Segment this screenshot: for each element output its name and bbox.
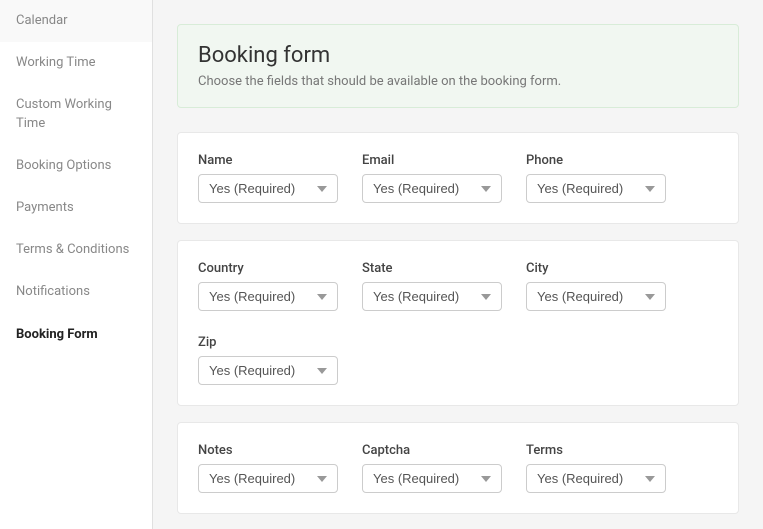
page-subtitle: Choose the fields that should be availab… — [198, 74, 718, 89]
field-select-state[interactable]: Yes (Required)Yes (Optional)No — [362, 282, 502, 311]
field-select-notes[interactable]: Yes (Required)Yes (Optional)No — [198, 464, 338, 493]
sidebar: CalendarWorking TimeCustom Working TimeB… — [0, 0, 153, 529]
sidebar-item-notifications[interactable]: Notifications — [0, 271, 152, 313]
field-select-phone[interactable]: Yes (Required)Yes (Optional)No — [526, 174, 666, 203]
sidebar-item-calendar[interactable]: Calendar — [0, 0, 152, 42]
sidebar-item-booking-options[interactable]: Booking Options — [0, 145, 152, 187]
field-select-email[interactable]: Yes (Required)Yes (Optional)No — [362, 174, 502, 203]
field-group-notes: Notes Yes (Required)Yes (Optional)No — [198, 443, 338, 493]
field-group-zip: Zip Yes (Required)Yes (Optional)No — [198, 335, 338, 385]
field-label-state: State — [362, 261, 502, 276]
sidebar-item-terms-conditions[interactable]: Terms & Conditions — [0, 229, 152, 271]
field-select-terms[interactable]: Yes (Required)Yes (Optional)No — [526, 464, 666, 493]
field-select-captcha[interactable]: Yes (Required)Yes (Optional)No — [362, 464, 502, 493]
field-label-name: Name — [198, 153, 338, 168]
field-group-state: State Yes (Required)Yes (Optional)No — [362, 261, 502, 311]
fields-row: Name Yes (Required)Yes (Optional)No Email Y… — [198, 153, 718, 203]
field-select-name[interactable]: Yes (Required)Yes (Optional)No — [198, 174, 338, 203]
main-content: Booking form Choose the fields that shou… — [153, 0, 763, 529]
field-group-captcha: Captcha Yes (Required)Yes (Optional)No — [362, 443, 502, 493]
field-select-country[interactable]: Yes (Required)Yes (Optional)No — [198, 282, 338, 311]
sidebar-item-booking-form[interactable]: Booking Form — [0, 314, 152, 356]
field-select-city[interactable]: Yes (Required)Yes (Optional)No — [526, 282, 666, 311]
section-section3: NotesYes (Required)Yes (Optional)NoCaptc… — [177, 422, 739, 514]
field-group-country: Country Yes (Required)Yes (Optional)No — [198, 261, 338, 311]
field-group-email: Email Yes (Required)Yes (Optional)No — [362, 153, 502, 203]
field-label-city: City — [526, 261, 666, 276]
field-label-terms: Terms — [526, 443, 666, 458]
sections-container: Name Yes (Required)Yes (Optional)No Email Y… — [177, 132, 739, 514]
sidebar-item-custom-working-time[interactable]: Custom Working Time — [0, 84, 152, 144]
field-label-zip: Zip — [198, 335, 338, 350]
field-label-phone: Phone — [526, 153, 666, 168]
section-section1: Name Yes (Required)Yes (Optional)No Email Y… — [177, 132, 739, 224]
field-label-email: Email — [362, 153, 502, 168]
field-label-captcha: Captcha — [362, 443, 502, 458]
field-label-country: Country — [198, 261, 338, 276]
field-group-terms: Terms Yes (Required)Yes (Optional)No — [526, 443, 666, 493]
sidebar-item-payments[interactable]: Payments — [0, 187, 152, 229]
field-group-phone: Phone Yes (Required)Yes (Optional)No — [526, 153, 666, 203]
sidebar-item-working-time[interactable]: Working Time — [0, 42, 152, 84]
page-header: Booking form Choose the fields that shou… — [177, 24, 739, 108]
page-title: Booking form — [198, 43, 718, 68]
field-group-city: City Yes (Required)Yes (Optional)No — [526, 261, 666, 311]
fields-row: CountryYes (Required)Yes (Optional)NoSta… — [198, 261, 718, 385]
fields-row: NotesYes (Required)Yes (Optional)NoCaptc… — [198, 443, 718, 493]
section-section2: CountryYes (Required)Yes (Optional)NoSta… — [177, 240, 739, 406]
field-group-name: Name Yes (Required)Yes (Optional)No — [198, 153, 338, 203]
field-select-zip[interactable]: Yes (Required)Yes (Optional)No — [198, 356, 338, 385]
field-label-notes: Notes — [198, 443, 338, 458]
